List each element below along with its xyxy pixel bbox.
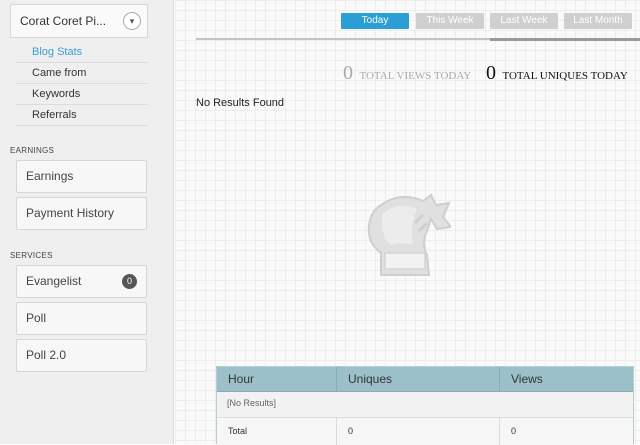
header-views: Views	[511, 372, 543, 386]
total-uniques-stat: 0 TOTAL UNIQUES TODAY	[486, 62, 628, 85]
total-uniques-value: 0	[486, 62, 496, 84]
total-uniques-label: TOTAL UNIQUES TODAY	[502, 70, 628, 82]
earnings-section-label: EARNINGS	[10, 146, 55, 155]
range-today-button[interactable]: Today	[341, 13, 409, 29]
earnings-button[interactable]: Earnings	[16, 160, 147, 193]
hourly-stats-table: Hour Uniques Views [No Results] Total 0 …	[216, 366, 634, 445]
payment-history-button[interactable]: Payment History	[16, 197, 147, 230]
range-underline-highlight	[490, 38, 640, 41]
poll-2-button[interactable]: Poll 2.0	[16, 339, 147, 372]
subnav-keywords[interactable]: Keywords	[16, 84, 148, 105]
chevron-down-icon[interactable]: ▾	[123, 12, 141, 30]
column-divider	[499, 367, 500, 391]
evangelist-button[interactable]: Evangelist 0	[16, 265, 147, 298]
total-views-value: 0	[343, 62, 353, 84]
total-views-cell: 0	[511, 426, 517, 436]
header-uniques: Uniques	[348, 372, 393, 386]
stats-subnav: Blog Stats Came from Keywords Referrals	[16, 42, 148, 126]
range-this-week-button[interactable]: This Week	[416, 13, 484, 29]
subnav-referrals[interactable]: Referrals	[16, 105, 148, 126]
evangelist-count-badge: 0	[122, 274, 137, 289]
header-hour: Hour	[228, 372, 255, 386]
range-last-month-button[interactable]: Last Month	[564, 13, 632, 29]
site-selector[interactable]: Corat Coret Pi... ▾	[10, 4, 148, 38]
evangelist-label: Evangelist	[26, 274, 82, 288]
empty-results-row: [No Results]	[227, 398, 277, 408]
column-divider	[336, 367, 337, 391]
total-views-label: TOTAL VIEWS TODAY	[359, 70, 472, 82]
services-section-label: SERVICES	[10, 251, 53, 260]
subnav-blog-stats[interactable]: Blog Stats	[16, 42, 148, 63]
poll-button[interactable]: Poll	[16, 302, 147, 335]
total-label: Total	[228, 426, 248, 436]
range-last-week-button[interactable]: Last Week	[490, 13, 558, 29]
no-results-message: No Results Found	[196, 97, 285, 109]
total-uniques-cell: 0	[348, 426, 354, 436]
subnav-came-from[interactable]: Came from	[16, 63, 148, 84]
column-divider	[336, 418, 337, 445]
site-name: Corat Coret Pi...	[20, 14, 107, 28]
main-panel: Today This Week Last Week Last Month 0 T…	[175, 0, 640, 445]
mascot-placeholder-icon	[367, 193, 451, 276]
table-total-row: Total 0 0	[217, 417, 633, 445]
column-divider	[499, 418, 500, 445]
sidebar: Corat Coret Pi... ▾ Blog Stats Came from…	[0, 0, 174, 444]
total-views-stat: 0 TOTAL VIEWS TODAY	[343, 62, 471, 85]
table-header-row: Hour Uniques Views	[217, 367, 633, 392]
